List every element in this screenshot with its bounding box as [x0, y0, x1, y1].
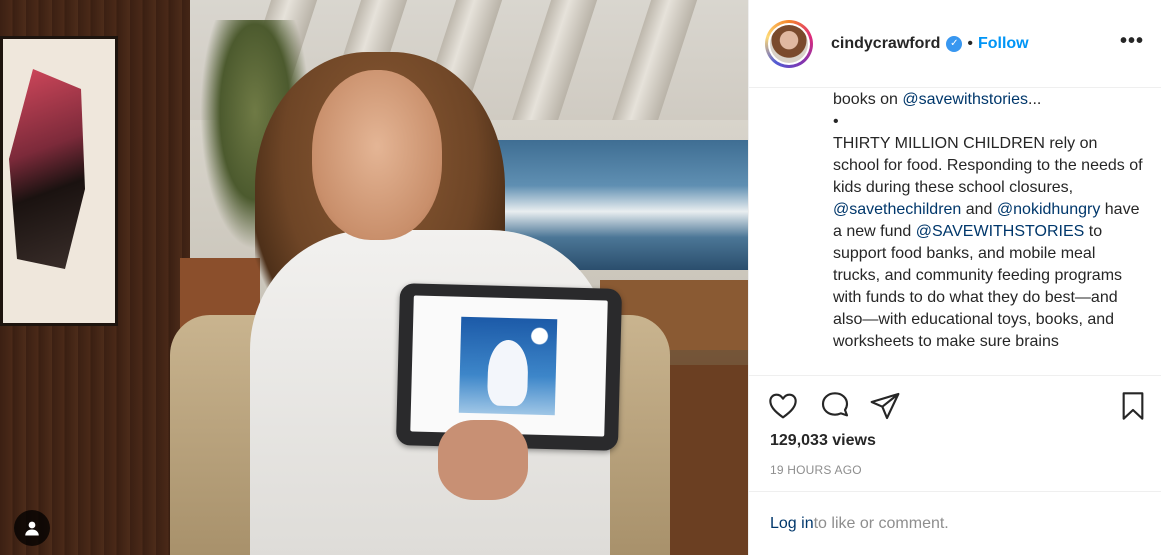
comment-icon[interactable]: [819, 390, 851, 422]
story-ring[interactable]: [765, 19, 813, 68]
book-illustration: [486, 339, 529, 407]
login-link[interactable]: Log in: [770, 515, 814, 533]
ellipsis: ...: [1028, 91, 1042, 108]
verified-badge-icon: ✓: [946, 35, 963, 52]
person-face: [312, 70, 442, 240]
tablet-screen: [410, 295, 608, 437]
action-bar: [749, 375, 1161, 435]
caption-text: books on @savewithstories... • THIRTY MI…: [833, 88, 1143, 374]
caption-text-fragment: and: [961, 201, 993, 218]
mention-savewithstories-upper-link[interactable]: @SAVEWITHSTORIES: [916, 223, 1085, 240]
portrait-artwork: [0, 36, 118, 326]
caption-paragraph: THIRTY MILLION CHILDREN rely on school f…: [833, 135, 1143, 196]
caption-text-fragment: books on: [833, 91, 903, 108]
hand: [438, 420, 528, 500]
timestamp[interactable]: 19 HOURS AGO: [770, 463, 862, 477]
follow-button[interactable]: Follow: [978, 35, 1029, 53]
login-prompt: Log in to like or comment.: [749, 491, 1161, 555]
bullet: •: [833, 113, 839, 130]
user-icon: [25, 521, 39, 536]
more-options-icon[interactable]: •••: [1120, 30, 1144, 53]
heart-icon[interactable]: [767, 390, 799, 422]
bookmark-icon[interactable]: [1117, 390, 1149, 422]
mention-savethechildren-link[interactable]: @savethechildren: [833, 201, 961, 218]
post-video[interactable]: [0, 0, 748, 555]
separator-dot: •: [967, 34, 973, 52]
mention-savewithstories-link[interactable]: @savewithstories: [902, 91, 1028, 108]
dining-chair: [668, 365, 748, 555]
share-icon[interactable]: [869, 390, 901, 422]
mention-nokidhungry-link[interactable]: @nokidhungry: [997, 201, 1100, 218]
book-cover: [458, 316, 558, 416]
username-link[interactable]: cindycrawford: [831, 35, 940, 53]
caption-text-fragment: to support food banks, and mobile meal t…: [833, 223, 1123, 350]
tagged-user-button[interactable]: [14, 510, 50, 546]
post-header: cindycrawford ✓ • Follow •••: [749, 0, 1161, 88]
view-count[interactable]: 129,033 views: [770, 432, 876, 450]
post-side-panel: cindycrawford ✓ • Follow ••• books on @s…: [748, 0, 1161, 555]
login-prompt-text: to like or comment.: [813, 514, 949, 532]
avatar[interactable]: [770, 24, 808, 63]
